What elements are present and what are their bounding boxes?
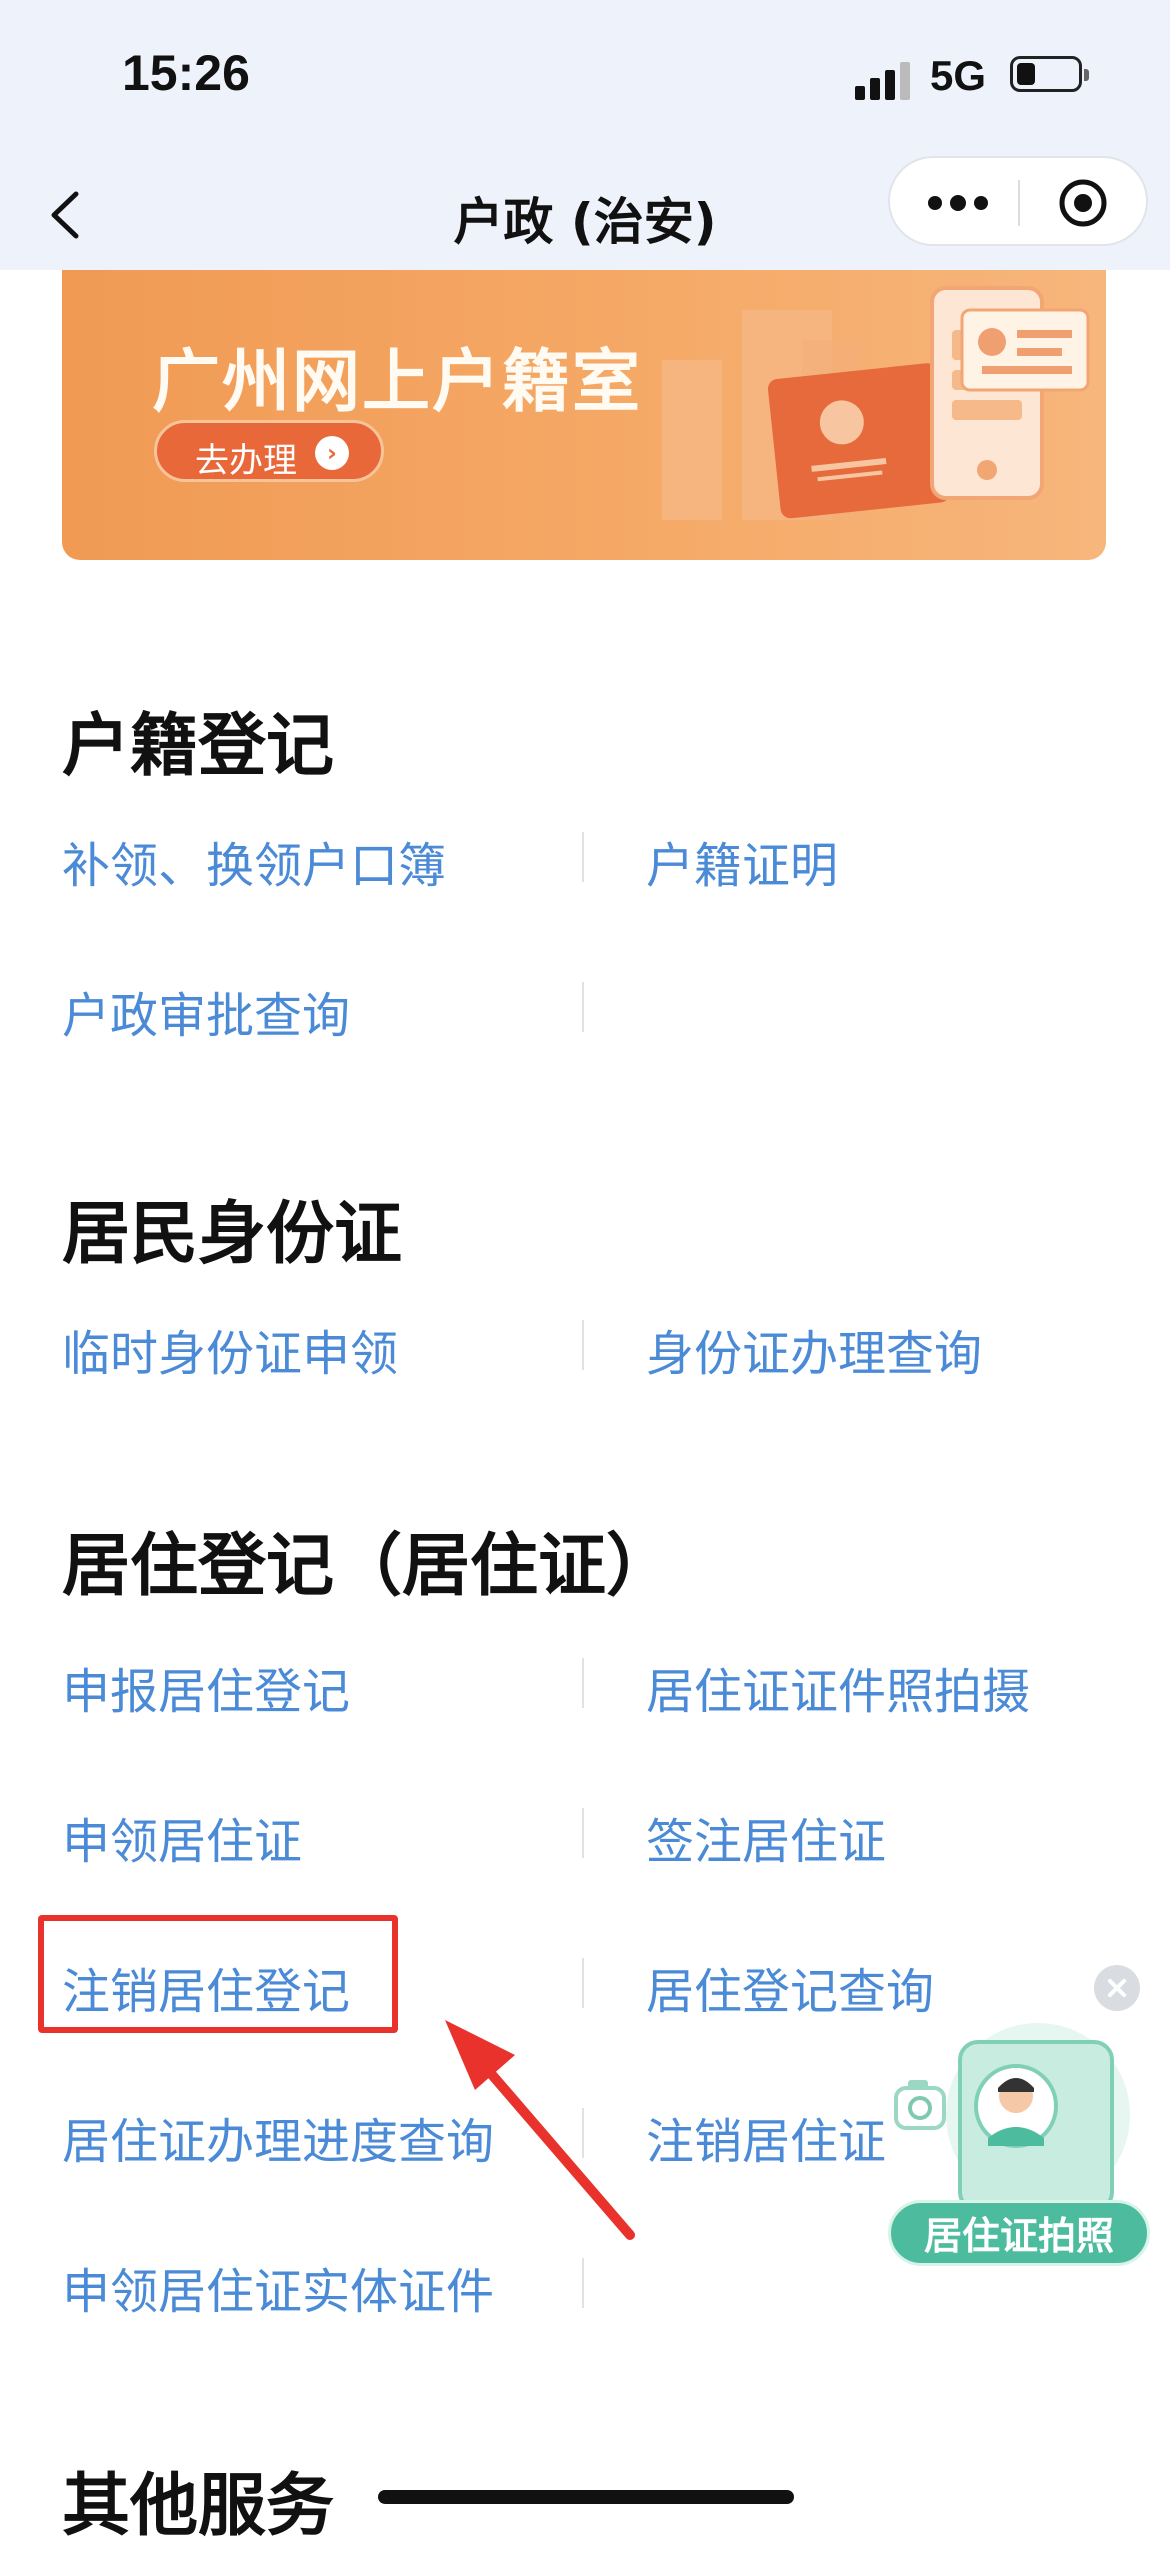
column-divider xyxy=(582,2258,584,2308)
section-title-residence: 居住登记（居住证） xyxy=(62,1527,675,1606)
link-residence-query[interactable]: 居住登记查询 xyxy=(646,1952,934,2022)
column-divider xyxy=(582,1320,584,1370)
highlight-box xyxy=(38,1915,398,2033)
banner-illustration xyxy=(662,286,1090,520)
nav-bar: 户政 (治安) xyxy=(0,156,1170,270)
column-divider xyxy=(582,832,584,882)
more-icon[interactable] xyxy=(928,195,988,211)
link-apply-residence-permit[interactable]: 申领居住证 xyxy=(62,1802,302,1872)
column-divider xyxy=(582,982,584,1032)
column-divider xyxy=(582,1658,584,1708)
home-indicator xyxy=(378,2490,794,2504)
residence-photo-widget[interactable]: 居住证拍照 xyxy=(888,2020,1150,2270)
section-title-other: 其他服务 xyxy=(62,2467,335,2546)
link-approval-query[interactable]: 户政审批查询 xyxy=(62,976,350,1046)
camera-id-icon xyxy=(894,2023,1130,2210)
link-residence-photo[interactable]: 居住证证件照拍摄 xyxy=(646,1652,1030,1722)
close-mini-program-icon[interactable] xyxy=(1057,177,1109,229)
link-endorse-residence-permit[interactable]: 签注居住证 xyxy=(646,1802,886,1872)
column-divider xyxy=(582,1808,584,1858)
column-divider xyxy=(582,1958,584,2008)
link-declare-residence[interactable]: 申报居住登记 xyxy=(62,1652,350,1722)
close-icon[interactable] xyxy=(1094,1965,1140,2011)
banner-button-label: 去办理 xyxy=(195,441,297,481)
banner-go-button[interactable]: 去办理 › xyxy=(154,420,384,482)
link-cancel-residence-permit[interactable]: 注销居住证 xyxy=(646,2102,886,2172)
banner-title: 广州网上户籍室 xyxy=(152,343,643,422)
pointer-arrow xyxy=(445,2020,635,2240)
link-physical-residence-permit[interactable]: 申领居住证实体证件 xyxy=(62,2252,494,2322)
section-title-hukou: 户籍登记 xyxy=(62,707,335,786)
link-replace-hukou-book[interactable]: 补领、换领户口簿 xyxy=(62,826,446,896)
hukou-online-banner[interactable]: 广州网上户籍室 去办理 › xyxy=(62,270,1106,560)
network-type: 5G xyxy=(930,52,987,99)
chevron-right-icon: › xyxy=(315,436,349,470)
widget-label: 居住证拍照 xyxy=(888,2200,1150,2266)
status-time: 15:26 xyxy=(122,45,250,101)
mini-program-capsule xyxy=(888,156,1148,246)
status-bar: 15:26 5G xyxy=(0,0,1170,160)
section-title-id-card: 居民身份证 xyxy=(62,1195,403,1274)
link-temp-id-card[interactable]: 临时身份证申领 xyxy=(62,1314,398,1384)
link-hukou-certificate[interactable]: 户籍证明 xyxy=(646,826,838,896)
signal-icon xyxy=(855,60,915,100)
battery-icon xyxy=(1010,56,1089,92)
capsule-divider xyxy=(1018,180,1020,226)
link-id-card-query[interactable]: 身份证办理查询 xyxy=(646,1314,982,1384)
